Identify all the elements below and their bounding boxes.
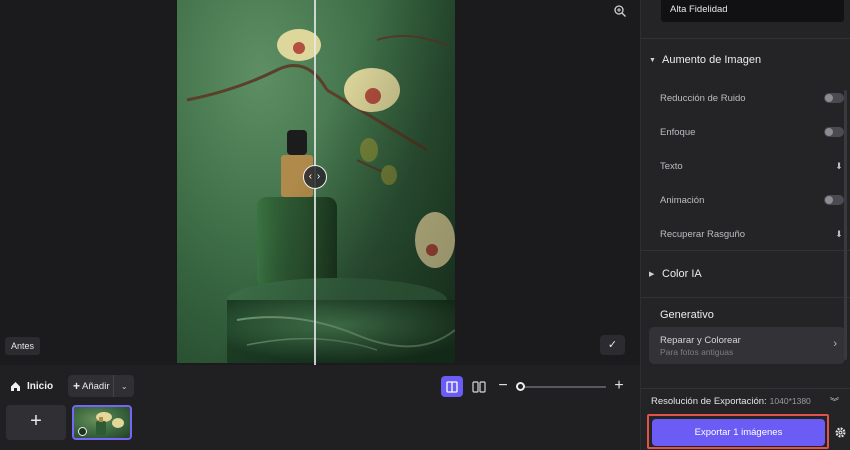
animation-toggle[interactable]	[824, 195, 844, 205]
add-dropdown-button[interactable]: ⌄	[114, 375, 134, 397]
home-button[interactable]: Inicio	[10, 377, 53, 395]
preview-canvas: ‹ › Antes ✓	[0, 0, 640, 365]
plus-icon: +	[30, 410, 42, 432]
divider	[641, 250, 850, 251]
chevron-right-icon: ›	[833, 338, 837, 350]
repair-subtitle: Para fotos antiguas	[660, 347, 734, 357]
minus-icon: −	[498, 377, 508, 394]
section-title: Aumento de Imagen	[662, 54, 762, 66]
panel-scrollbar[interactable]	[844, 90, 847, 360]
processing-status-icon	[78, 427, 87, 436]
option-label: Enfoque	[660, 126, 696, 138]
gear-icon[interactable]	[834, 426, 847, 439]
divider	[641, 388, 850, 389]
option-animation[interactable]: Animación	[660, 191, 844, 209]
settings-panel: Alta Fidelidad ▼ Aumento de Imagen Reduc…	[640, 0, 850, 450]
image-thumbnail[interactable]	[72, 405, 132, 440]
section-image-enhance[interactable]: ▼ Aumento de Imagen	[649, 54, 761, 66]
download-icon[interactable]: ⬇	[834, 161, 844, 171]
home-icon	[11, 381, 20, 391]
section-generative: Generativo	[660, 309, 714, 321]
divider	[641, 297, 850, 298]
double-chevron-down-icon[interactable]: ︾	[830, 395, 839, 408]
option-noise-reduction[interactable]: Reducción de Ruido	[660, 89, 844, 107]
plus-icon: +	[614, 377, 624, 394]
side-by-side-icon	[472, 380, 486, 393]
repair-title: Reparar y Colorear	[660, 335, 741, 346]
section-title: Color IA	[662, 268, 702, 280]
chevron-down-icon: ⌄	[120, 381, 128, 391]
app-window: ‹ › Antes ✓ Inicio + Añadir ⌄ − + + Alta…	[0, 0, 850, 450]
option-text[interactable]: Texto ⬇	[660, 157, 844, 175]
add-label: Añadir	[82, 380, 110, 392]
download-icon[interactable]: ⬇	[834, 229, 844, 239]
confirm-button[interactable]: ✓	[600, 335, 625, 355]
option-label: Texto	[660, 160, 683, 172]
add-image-tile[interactable]: +	[6, 405, 66, 440]
add-button-group: + Añadir ⌄	[68, 375, 134, 397]
side-by-side-view-button[interactable]	[469, 376, 489, 397]
zoom-out-button[interactable]: −	[497, 376, 509, 397]
quality-mode-select[interactable]: Alta Fidelidad	[661, 0, 844, 22]
option-scratch-recovery[interactable]: Recuperar Rasguño ⬇	[660, 225, 844, 243]
zoom-in-button[interactable]: +	[612, 376, 626, 397]
home-label: Inicio	[27, 380, 54, 392]
export-resolution: Resolución de Exportación: 1040*1380	[651, 396, 811, 407]
section-title: Generativo	[660, 309, 714, 321]
caret-down-icon: ▼	[649, 56, 656, 64]
split-view-button[interactable]	[441, 376, 463, 397]
option-label: Reducción de Ruido	[660, 92, 746, 104]
export-button[interactable]: Exportar 1 imágenes	[652, 419, 825, 446]
export-resolution-value: 1040*1380	[769, 396, 811, 406]
divider	[641, 38, 850, 39]
sharpen-toggle[interactable]	[824, 127, 844, 137]
option-sharpen[interactable]: Enfoque	[660, 123, 844, 141]
option-label: Animación	[660, 194, 705, 206]
noise-reduction-toggle[interactable]	[824, 93, 844, 103]
caret-right-icon: ▶	[649, 271, 655, 278]
zoom-in-icon[interactable]	[613, 4, 627, 18]
before-label: Antes	[5, 337, 41, 355]
check-icon: ✓	[607, 339, 618, 351]
compare-slider-handle[interactable]: ‹ ›	[303, 165, 327, 189]
zoom-slider-thumb[interactable]	[516, 382, 525, 391]
bottom-toolbar: Inicio + Añadir ⌄ − + +	[0, 365, 640, 450]
option-label: Recuperar Rasguño	[660, 228, 746, 240]
export-resolution-label: Resolución de Exportación:	[651, 396, 767, 407]
repair-colorize-card[interactable]: Reparar y Colorear Para fotos antiguas ›	[649, 327, 845, 364]
section-color-ai[interactable]: ▶ Color IA	[649, 268, 702, 280]
plus-icon: +	[73, 379, 81, 393]
zoom-slider-track[interactable]	[520, 386, 606, 388]
split-view-icon	[446, 380, 458, 393]
add-button[interactable]: + Añadir	[68, 375, 115, 397]
